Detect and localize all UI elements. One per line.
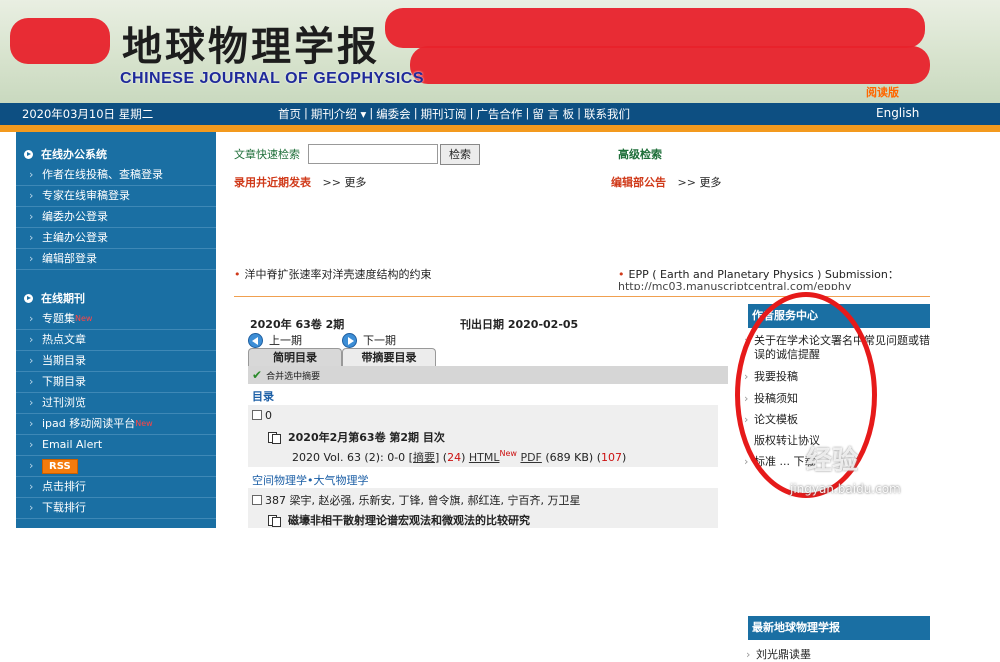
integrity-reminder-link[interactable]: 关于在学术论文署名中常见问题或错误的诚信提醒 <box>744 334 930 362</box>
new-badge: New <box>75 314 93 323</box>
announce-title[interactable]: 编辑部公告 <box>611 176 666 189</box>
sidebar-item-rss[interactable]: RSS <box>16 456 216 477</box>
tab-simple-toc[interactable]: 简明目录 <box>248 348 342 366</box>
nav-intro[interactable]: 期刊介绍 ▾ <box>311 106 366 122</box>
nav-guestbook[interactable]: 留 言 板 <box>532 106 574 122</box>
toc-heading: 目录 <box>252 390 274 403</box>
search-button[interactable]: 检索 <box>440 143 480 165</box>
journal-title-cn: 地球物理学报 <box>122 23 380 70</box>
sidebar-item-hot-articles[interactable]: 热点文章 <box>16 330 216 351</box>
prev-issue-button[interactable]: 上一期 <box>248 332 302 348</box>
more-arrows: >> <box>322 176 341 189</box>
nav-home[interactable]: 首页 <box>278 106 301 122</box>
pdf-link[interactable]: PDF <box>520 451 541 464</box>
check-icon: ✔ <box>252 368 263 382</box>
next-issue-button[interactable]: 下一期 <box>342 332 396 348</box>
new-badge: New <box>135 419 153 428</box>
top-nav: 2020年03月10日 星期二 首页 | 期刊介绍 ▾ | 编委会 | 期刊订阅 | 广… <box>0 103 1000 125</box>
announce-url-clipped[interactable]: http://mc03.manuscriptcentral.com/epphy <box>618 280 851 290</box>
abstract-link[interactable]: 摘要 <box>413 451 435 464</box>
sidebar-item-archive[interactable]: 过刊浏览 <box>16 393 216 414</box>
submit-link[interactable]: 我要投稿 <box>744 370 930 384</box>
submission-guide-link[interactable]: 投稿须知 <box>744 392 930 406</box>
html-link[interactable]: HTML <box>469 451 500 464</box>
article-title[interactable]: 磁壕非相干散射理论谱宏观法和微观法的比较研究 <box>288 514 530 527</box>
search-input[interactable] <box>308 144 438 164</box>
paper-template-link[interactable]: 论文模板 <box>744 413 930 427</box>
sidebar-item-special-topics[interactable]: 专题集New <box>16 309 216 330</box>
watermark-url: jingyan.baidu.com <box>790 482 901 496</box>
journal-title-en: CHINESE JOURNAL OF GEOPHYSICS <box>120 70 425 87</box>
arrow-circle-icon <box>24 294 33 303</box>
sidebar-item-reviewer-login[interactable]: 专家在线审稿登录 <box>16 186 216 207</box>
category-heading: 空间物理学•大气物理学 <box>252 474 369 487</box>
sidebar-item-author-login[interactable]: 作者在线投稿、查稿登录 <box>16 165 216 186</box>
redaction-mark <box>385 8 925 48</box>
redaction-mark <box>410 46 930 84</box>
english-link[interactable]: English <box>876 106 919 120</box>
article-cite-line: 2020 Vol. 63 (2): 0-0 [摘要] (24) HTMLNew … <box>292 449 627 464</box>
author-service-title: 作者服务中心 <box>748 304 930 328</box>
header-banner: 地球物理学报 CHINESE JOURNAL OF GEOPHYSICS 阅读版 <box>0 0 1000 103</box>
article-title[interactable]: 2020年2月第63卷 第2期 目次 <box>288 431 445 444</box>
sidebar-item-editorial-login[interactable]: 编辑部登录 <box>16 249 216 270</box>
article-entry: 387 梁宇, 赵必强, 乐新安, 丁锋, 曾令旗, 郝红连, 宁百齐, 万卫星… <box>248 488 718 528</box>
sidebar-item-most-downloaded[interactable]: 下载排行 <box>16 498 216 519</box>
more-arrows: >> <box>677 176 696 189</box>
reader-link[interactable]: 刘光鼎读墨 <box>746 648 811 662</box>
nav-contact[interactable]: 联系我们 <box>584 106 630 122</box>
issue-pub-date: 刊出日期 2020-02-05 <box>460 318 579 331</box>
arrow-circle-icon <box>24 150 33 159</box>
journal-header: 在线期刊 <box>16 288 216 309</box>
office-header: 在线办公系统 <box>16 144 216 165</box>
accent-divider <box>0 125 1000 132</box>
read-version-badge[interactable]: 阅读版 <box>866 84 899 100</box>
article-count: 0 <box>265 409 272 422</box>
redaction-mark <box>10 18 110 64</box>
nav-ads[interactable]: 广告合作 <box>476 106 522 122</box>
nav-menu: 首页 | 期刊介绍 ▾ | 编委会 | 期刊订阅 | 广告合作 | 留 言 板 | 联系我们 <box>278 106 630 122</box>
accepted-news-item[interactable]: • 洋中脊扩张速率对洋壳速度结构的约束 <box>234 266 432 282</box>
article-entry: 0 2020年2月第63卷 第2期 目次 2020 Vol. 63 (2): 0… <box>248 405 718 467</box>
sidebar-item-ipad[interactable]: ipad 移动阅读平台New <box>16 414 216 435</box>
right-margin <box>932 132 1000 528</box>
sidebar-item-board-login[interactable]: 编委办公登录 <box>16 207 216 228</box>
sidebar-item-current-issue[interactable]: 当期目录 <box>16 351 216 372</box>
watermark-brand: 经验 <box>806 446 859 476</box>
article-checkbox[interactable] <box>252 410 262 420</box>
announce-section-header: 编辑部公告 >> 更多 <box>611 174 721 190</box>
left-sidebar: 在线办公系统 作者在线投稿、查稿登录 专家在线审稿登录 编委办公登录 主编办公登… <box>16 132 216 528</box>
document-icon <box>268 515 281 527</box>
sidebar-item-next-issue[interactable]: 下期目录 <box>16 372 216 393</box>
quick-search: 文章快速检索 检索 <box>234 143 480 165</box>
tab-abstract-toc[interactable]: 带摘要目录 <box>342 348 436 366</box>
latest-issue-header: 最新地球物理学报 <box>748 616 930 640</box>
new-badge: New <box>499 449 517 458</box>
nav-board[interactable]: 编委会 <box>376 106 411 122</box>
nav-subscribe[interactable]: 期刊订阅 <box>421 106 467 122</box>
accepted-more-link[interactable]: 更多 <box>344 176 366 189</box>
sidebar-item-most-viewed[interactable]: 点击排行 <box>16 477 216 498</box>
sidebar-item-editor-in-chief-login[interactable]: 主编办公登录 <box>16 228 216 249</box>
sidebar-item-email-alert[interactable]: Email Alert <box>16 435 216 456</box>
advanced-search-link[interactable]: 高级检索 <box>618 146 662 162</box>
accepted-section-header: 录用井近期发表 >> 更多 <box>234 174 366 190</box>
search-label: 文章快速检索 <box>234 148 300 161</box>
accepted-title[interactable]: 录用井近期发表 <box>234 176 311 189</box>
current-date: 2020年03月10日 星期二 <box>22 107 154 121</box>
rss-icon[interactable]: RSS <box>42 459 78 474</box>
arrow-left-icon <box>248 332 263 348</box>
announce-more-link[interactable]: 更多 <box>699 176 721 189</box>
article-checkbox[interactable] <box>252 495 262 505</box>
arrow-right-icon <box>342 332 357 348</box>
merge-abstracts-bar[interactable]: ✔ 合并选中摘要 <box>248 366 728 384</box>
section-divider <box>234 296 930 297</box>
issue-volume: 2020年 63卷 2期 <box>250 318 345 331</box>
article-authors: 梁宇, 赵必强, 乐新安, 丁锋, 曾令旗, 郝红连, 宁百齐, 万卫星 <box>289 494 581 507</box>
document-icon <box>268 432 281 444</box>
